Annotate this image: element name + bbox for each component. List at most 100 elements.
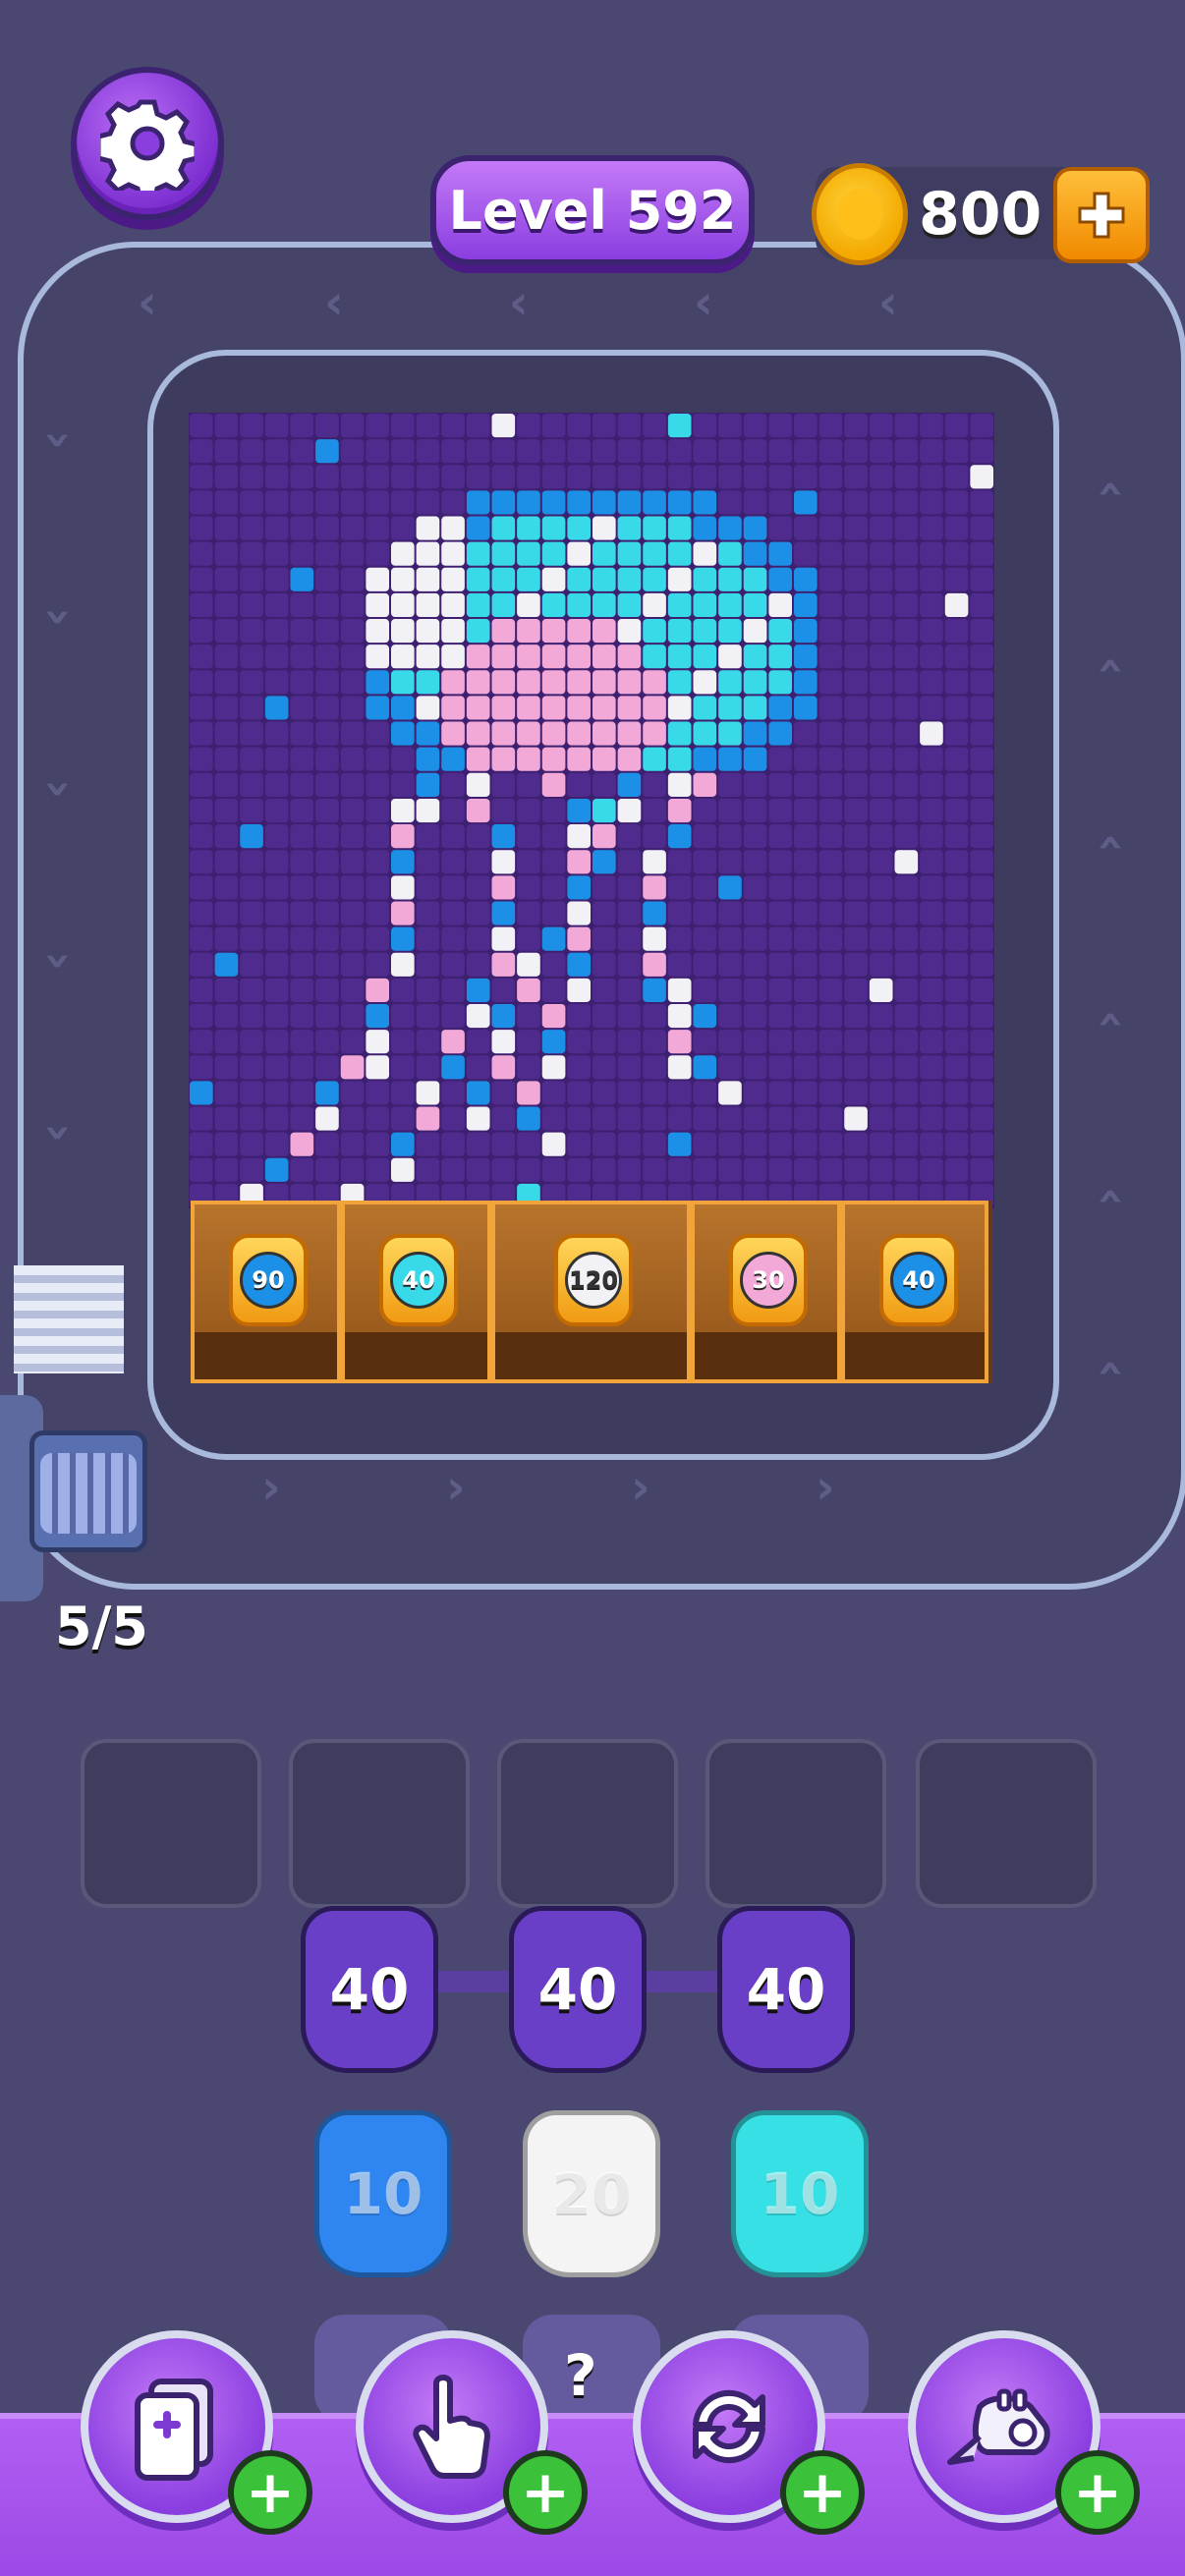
- pixel-block: [794, 824, 818, 849]
- pixel-block: [290, 1003, 314, 1029]
- pixel-block: [592, 1132, 616, 1156]
- pixel-block: [340, 439, 365, 464]
- pixel-block: [693, 465, 717, 489]
- pixel-block: [693, 1003, 717, 1029]
- pixel-block: [290, 952, 314, 977]
- pixel-block: [920, 926, 943, 951]
- pixel-block: [894, 439, 919, 464]
- pixel-block: [617, 567, 642, 591]
- settings-button[interactable]: [71, 67, 224, 220]
- pixel-block: [491, 824, 516, 849]
- pixel-block: [567, 1157, 592, 1182]
- holding-slot[interactable]: [289, 1739, 470, 1908]
- shuffle-plus-button[interactable]: +: [780, 2450, 865, 2535]
- pixel-block: [693, 1157, 717, 1182]
- pixel-block: [391, 644, 415, 669]
- jug[interactable]: 20: [523, 2110, 660, 2277]
- pixel-block: [818, 798, 843, 823]
- locked-jug[interactable]: 40: [301, 1906, 438, 2073]
- pixel-block: [290, 772, 314, 797]
- pixel-block: [214, 978, 239, 1002]
- pixel-block: [894, 875, 919, 900]
- pixel-block: [768, 1055, 793, 1080]
- pixel-block: [240, 721, 263, 746]
- container-tag: 120: [554, 1234, 633, 1326]
- jug[interactable]: 10: [314, 2110, 452, 2277]
- pixel-block: [391, 567, 415, 591]
- pixel-block: [844, 1106, 868, 1131]
- holding-slot[interactable]: [81, 1739, 261, 1908]
- pixel-block: [214, 465, 239, 489]
- pixel-block: [643, 567, 666, 591]
- holding-slot[interactable]: [705, 1739, 886, 1908]
- add-slot-plus-button[interactable]: +: [228, 2450, 312, 2535]
- crate-base: [695, 1332, 837, 1379]
- stack-count: 5/5: [55, 1596, 148, 1657]
- pixel-block: [743, 592, 767, 618]
- pixel-block: [693, 1081, 717, 1105]
- pixel-block: [391, 721, 415, 746]
- pixel-block: [818, 721, 843, 746]
- vacuum-plus-button[interactable]: +: [1055, 2450, 1140, 2535]
- pixel-block: [944, 1132, 969, 1156]
- pixel-block: [844, 721, 868, 746]
- pixel-block: [541, 901, 566, 925]
- chevron-up-icon: ›: [1080, 656, 1136, 676]
- pixel-block: [743, 1132, 767, 1156]
- pixel-block: [416, 824, 440, 849]
- pixel-block: [718, 1157, 742, 1182]
- holding-slot[interactable]: [916, 1739, 1097, 1908]
- pixel-block: [391, 592, 415, 618]
- pixel-block: [643, 952, 666, 977]
- pixel-block: [794, 414, 818, 438]
- pixel-block: [541, 696, 566, 720]
- pixel-block: [643, 516, 666, 540]
- pixel-block: [667, 978, 692, 1002]
- pixel-block: [340, 978, 365, 1002]
- pixel-block: [441, 875, 465, 900]
- pixel-block: [693, 541, 717, 566]
- pixel-block: [315, 516, 339, 540]
- holding-slot[interactable]: [497, 1739, 678, 1908]
- locked-jug[interactable]: 40: [717, 1906, 855, 2073]
- jug-value: 10: [760, 2160, 840, 2227]
- pixel-block: [869, 1157, 893, 1182]
- locked-jug[interactable]: 40: [509, 1906, 647, 2073]
- pixel-block: [466, 1081, 490, 1105]
- container-crate: 120: [491, 1201, 691, 1383]
- add-card-icon: [135, 2379, 213, 2481]
- pixel-block: [794, 875, 818, 900]
- pixel-block: [768, 721, 793, 746]
- pixel-block: [768, 541, 793, 566]
- pixel-block: [541, 978, 566, 1002]
- pixel-block: [643, 721, 666, 746]
- pixel-block: [366, 1081, 390, 1105]
- pixel-block: [340, 901, 365, 925]
- pixel-block: [491, 439, 516, 464]
- pixel-block: [617, 926, 642, 951]
- pixel-block: [567, 978, 592, 1002]
- pixel-block: [466, 747, 490, 771]
- add-coins-button[interactable]: [1053, 167, 1150, 263]
- pixel-block: [366, 1055, 390, 1080]
- pixel-block: [190, 619, 213, 644]
- pixel-block: [466, 1132, 490, 1156]
- pixel-block: [869, 644, 893, 669]
- pixel-block: [190, 901, 213, 925]
- pixel-block: [794, 978, 818, 1002]
- hand-plus-button[interactable]: +: [503, 2450, 588, 2535]
- pixel-block: [617, 772, 642, 797]
- jug[interactable]: 10: [731, 2110, 869, 2277]
- pixel-block: [366, 1157, 390, 1182]
- jug-stack[interactable]: [29, 1430, 147, 1552]
- pixel-block: [441, 824, 465, 849]
- pixel-block: [541, 824, 566, 849]
- pixel-block: [818, 1106, 843, 1131]
- pixel-block: [340, 619, 365, 644]
- pixel-block: [214, 439, 239, 464]
- pixel-block: [441, 592, 465, 618]
- pixel-block: [869, 850, 893, 874]
- crate-base: [345, 1332, 487, 1379]
- pixel-block: [743, 516, 767, 540]
- pixel-block: [567, 465, 592, 489]
